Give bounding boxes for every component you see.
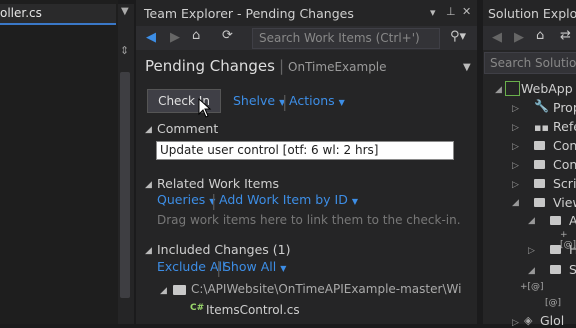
expand-arrow-icon[interactable]: ◢ xyxy=(528,216,535,226)
file-icon: [@] xyxy=(545,298,562,308)
shelve-link[interactable]: Shelve ▼ xyxy=(233,93,285,108)
tree-item-folder[interactable]: Con xyxy=(553,157,576,172)
tree-item-scripts[interactable]: Scrip xyxy=(553,176,576,191)
sync-icon[interactable]: ⇄ xyxy=(560,28,571,43)
home-icon[interactable]: ⌂ xyxy=(536,28,544,43)
editor-tab[interactable]: oller.cs xyxy=(0,4,116,25)
folder-icon xyxy=(534,198,545,207)
tree-item-global[interactable]: Glol xyxy=(540,313,564,328)
separator: | xyxy=(211,191,217,210)
separator: | xyxy=(216,258,222,277)
window-dropdown-icon[interactable]: ▾ xyxy=(430,6,436,19)
editor-tab-label: oller.cs xyxy=(0,6,42,20)
comment-section-header[interactable]: Comment xyxy=(157,121,218,136)
included-changes-header[interactable]: Included Changes (1) xyxy=(157,242,290,257)
expand-arrow-icon[interactable]: ◢ xyxy=(495,85,502,95)
changed-file-item[interactable]: ItemsControl.cs xyxy=(206,303,300,317)
mouse-cursor-icon xyxy=(198,98,212,118)
folder-icon xyxy=(534,141,545,150)
collapse-icon[interactable]: ◢ xyxy=(145,180,152,190)
project-name[interactable]: OnTimeExample xyxy=(288,60,386,74)
team-explorer-title: Team Explorer - Pending Changes xyxy=(144,6,354,21)
forward-icon[interactable]: ▶ xyxy=(514,30,524,45)
folder-path[interactable]: C:\APIWebsite\OnTimeAPIExample-master\Wi… xyxy=(191,282,461,296)
editor-scrollbar[interactable] xyxy=(120,72,130,298)
expand-arrow-icon[interactable]: ▷ xyxy=(512,123,519,133)
folder-icon xyxy=(550,265,561,274)
back-icon[interactable]: ◀ xyxy=(492,30,502,45)
references-icon: ▪▪ xyxy=(534,121,549,134)
show-all-link[interactable]: Show All ▼ xyxy=(223,259,286,274)
folder-icon xyxy=(550,216,561,225)
expand-arrow-icon[interactable]: ▷ xyxy=(512,318,519,328)
add-work-item-link[interactable]: Add Work Item by ID ▼ xyxy=(219,192,358,207)
expand-arrow-icon[interactable]: ▷ xyxy=(512,161,519,171)
queries-link[interactable]: Queries ▼ xyxy=(157,192,215,207)
back-icon[interactable]: ◀ xyxy=(146,30,156,45)
title-separator: | xyxy=(278,57,285,75)
search-placeholder: Search Solution E xyxy=(490,56,576,70)
close-icon[interactable]: ✕ xyxy=(462,5,471,18)
related-work-items-header[interactable]: Related Work Items xyxy=(157,176,279,191)
forward-icon[interactable]: ▶ xyxy=(170,30,180,45)
page-title: Pending Changes | OnTimeExample xyxy=(145,57,387,75)
csharp-file-icon: C# xyxy=(190,303,205,313)
global-file-icon: ◈ xyxy=(524,314,533,327)
tree-item-webapp[interactable]: WebApp xyxy=(521,81,573,96)
drag-hint-text: Drag work items here to link them to the… xyxy=(157,213,461,227)
wrench-icon: 🔧 xyxy=(534,99,549,113)
expand-arrow-icon[interactable]: ◢ xyxy=(512,198,519,208)
home-icon[interactable]: ⌂ xyxy=(192,28,200,43)
expand-arrow-icon[interactable]: ◢ xyxy=(528,266,535,276)
refresh-icon[interactable]: ⟳ xyxy=(222,28,233,43)
web-project-icon xyxy=(505,81,520,96)
folder-icon xyxy=(534,179,545,188)
expand-arrow-icon[interactable]: ▷ xyxy=(528,246,535,256)
file-icon: +[@] xyxy=(520,282,544,292)
comment-input[interactable]: Update user control [otf: 6 wl: 2 hrs] xyxy=(156,141,454,160)
split-view-icon[interactable]: ⇕ xyxy=(120,44,129,57)
solution-explorer-title: Solution Explorer xyxy=(488,6,576,21)
search-icon[interactable]: ⚲▾ xyxy=(450,29,466,44)
search-work-items-input[interactable]: Search Work Items (Ctrl+') xyxy=(252,28,440,49)
folder-icon xyxy=(550,245,561,254)
search-placeholder: Search Work Items (Ctrl+') xyxy=(259,31,420,45)
solution-search-input[interactable]: Search Solution E xyxy=(484,52,576,74)
pin-icon[interactable]: ⊥ xyxy=(446,5,456,18)
expand-arrow-icon[interactable]: ▷ xyxy=(512,104,519,114)
tree-item-folder[interactable]: A xyxy=(569,213,576,228)
tree-item-folder[interactable]: H xyxy=(569,242,576,257)
tree-item-folder[interactable]: Con xyxy=(553,138,576,153)
expand-arrow-icon[interactable]: ▷ xyxy=(512,142,519,152)
code-editor-pane xyxy=(0,0,118,324)
tree-item-references[interactable]: Refe xyxy=(553,119,576,134)
expand-arrow-icon[interactable]: ▷ xyxy=(512,180,519,190)
tree-item-folder[interactable]: S xyxy=(569,262,576,277)
folder-icon xyxy=(173,285,186,295)
collapse-icon[interactable]: ◢ xyxy=(145,246,152,256)
collapse-icon[interactable]: ◢ xyxy=(160,286,167,296)
actions-link[interactable]: Actions ▼ xyxy=(289,93,345,108)
tab-dropdown-icon[interactable]: ▼ xyxy=(121,6,129,17)
tree-item-properties[interactable]: Prop xyxy=(553,100,576,115)
page-dropdown-icon[interactable]: ▼ xyxy=(463,62,471,73)
collapse-icon[interactable]: ◢ xyxy=(145,125,152,135)
tree-item-views[interactable]: View xyxy=(553,195,576,210)
page-title-text: Pending Changes xyxy=(145,57,275,75)
folder-icon xyxy=(534,160,545,169)
comment-value: Update user control [otf: 6 wl: 2 hrs] xyxy=(160,143,379,157)
separator: | xyxy=(282,92,288,111)
